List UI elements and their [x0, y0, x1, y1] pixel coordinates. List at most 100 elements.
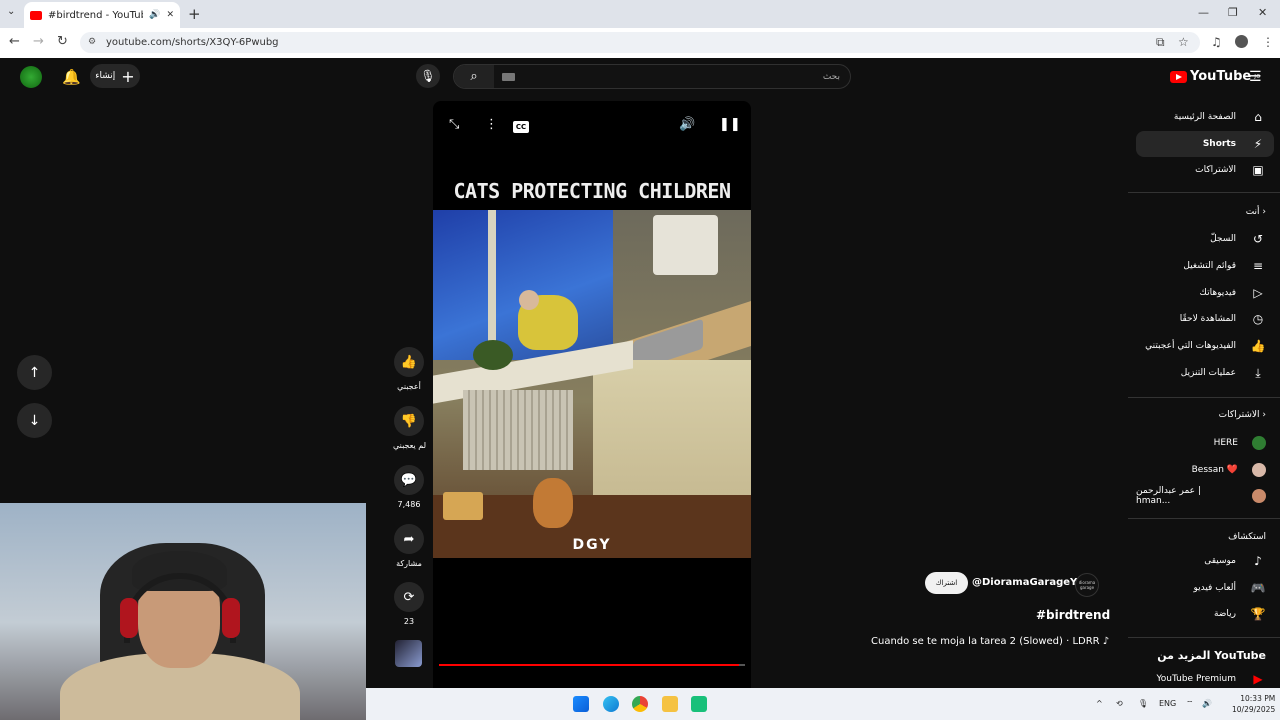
- sidebar-item-music[interactable]: موسيقى ♪: [1136, 548, 1274, 574]
- sidebar-item-subscriptions[interactable]: الاشتراكات ▣: [1136, 157, 1274, 183]
- gaming-icon: 🎮: [1250, 581, 1266, 595]
- sidebar-sub-bessan[interactable]: Bessan ❤️: [1136, 457, 1274, 483]
- channel-name[interactable]: @DioramaGarageYT: [972, 577, 1084, 588]
- previous-short-arrow-up-icon[interactable]: ↑: [17, 355, 52, 390]
- microphone-icon[interactable]: 🎙: [1138, 699, 1148, 708]
- sidebar-item-shorts[interactable]: Shorts ⚡: [1136, 131, 1274, 157]
- tab-close-icon[interactable]: ✕: [166, 10, 174, 20]
- chrome-menu-icon[interactable]: ⋮: [1262, 35, 1274, 49]
- search-button[interactable]: ⌕: [454, 65, 494, 88]
- short-video-player[interactable]: ⤡ ⋮ CC 🔊 ❚❚ CATS PROTECTING CHILDREN DGY: [433, 101, 751, 688]
- file-explorer-icon[interactable]: [662, 696, 678, 712]
- sidebar-item-label: رياضة: [1213, 609, 1236, 619]
- channel-avatar: [1252, 489, 1266, 503]
- you-section-header[interactable]: أنت ›: [1136, 207, 1274, 217]
- fullscreen-icon[interactable]: ⤡: [449, 117, 459, 132]
- tab-audio-icon[interactable]: 🔊: [149, 10, 160, 20]
- sound-thumbnail[interactable]: [395, 640, 422, 667]
- song-label[interactable]: Cuando se te moja la tarea 2 (Slowed) · …: [871, 636, 1109, 647]
- input-language[interactable]: ENG: [1159, 699, 1176, 708]
- webcam-overlay: [0, 503, 366, 720]
- progress-bar[interactable]: [439, 664, 745, 666]
- sidebar-item-liked[interactable]: الفيديوهات التي أعجبتني 👍: [1136, 333, 1274, 359]
- app-icon[interactable]: [691, 696, 707, 712]
- search-placeholder: بحث: [822, 71, 840, 82]
- system-clock[interactable]: 10:33 PM 10/29/2025: [1232, 693, 1275, 715]
- youtube-favicon-icon: [30, 10, 42, 20]
- speaker-icon[interactable]: 🔊: [1202, 699, 1212, 708]
- keyboard-icon[interactable]: [502, 72, 515, 81]
- create-button[interactable]: إنشاء +: [90, 64, 140, 88]
- subscribe-button[interactable]: اشتراك: [925, 572, 968, 594]
- search-box[interactable]: ⌕ بحث: [453, 64, 851, 89]
- remix-count: 23: [403, 617, 415, 626]
- browser-tab[interactable]: #birdtrend - YouTube 🔊 ✕: [24, 2, 180, 28]
- sidebar-item-sports[interactable]: رياضة 🏆: [1136, 601, 1274, 627]
- sidebar-item-your-videos[interactable]: فيديوهاتك ▷: [1136, 280, 1274, 306]
- back-arrow-icon[interactable]: ←: [9, 34, 20, 49]
- captions-button[interactable]: CC: [513, 121, 529, 133]
- sidebar-item-playlists[interactable]: قوائم التشغيل ≡: [1136, 253, 1274, 279]
- tab-search-icon[interactable]: ⌄: [7, 6, 15, 17]
- sidebar-item-gaming[interactable]: ألعاب فيديو 🎮: [1136, 575, 1274, 601]
- remix-icon[interactable]: ⟳: [394, 582, 424, 612]
- thumbs-up-icon[interactable]: 👍: [394, 347, 424, 377]
- subscriptions-section-header[interactable]: الاشتراكات ›: [1136, 410, 1274, 420]
- chrome-browser-icon[interactable]: [632, 696, 648, 712]
- sidebar-sub-here[interactable]: HERE: [1136, 430, 1274, 456]
- tray-overflow-icon[interactable]: ^: [1096, 699, 1103, 708]
- volume-icon[interactable]: 🔊: [679, 117, 695, 132]
- channel-avatar: [1252, 436, 1266, 450]
- install-app-icon[interactable]: ⧉: [1156, 35, 1165, 50]
- like-action[interactable]: 👍 أعجبني: [393, 347, 425, 391]
- sidebar-item-label: عمليات التنزيل: [1180, 368, 1236, 378]
- address-bar[interactable]: youtube.com/shorts/X3QY-6Pwubg: [80, 32, 1200, 53]
- sync-icon[interactable]: ⟲: [1116, 699, 1123, 708]
- your-videos-icon: ▷: [1253, 286, 1263, 300]
- edge-browser-icon[interactable]: [603, 696, 619, 712]
- youtube-play-icon: [1170, 70, 1187, 83]
- start-windows-icon[interactable]: [573, 696, 589, 712]
- url-text: youtube.com/shorts/X3QY-6Pwubg: [106, 37, 279, 48]
- new-tab-button[interactable]: +: [188, 5, 201, 23]
- comment-icon[interactable]: 💬: [394, 465, 424, 495]
- bookmark-star-icon[interactable]: ☆: [1178, 35, 1189, 49]
- reload-icon[interactable]: ↻: [57, 34, 68, 49]
- next-short-arrow-down-icon[interactable]: ↓: [17, 403, 52, 438]
- more-from-youtube-header: المزيد من YouTube: [1157, 649, 1266, 662]
- notifications-bell-icon[interactable]: 🔔: [62, 68, 81, 86]
- divider: [1128, 192, 1280, 193]
- sidebar-item-home[interactable]: الصفحة الرئيسية ⌂: [1136, 104, 1274, 130]
- dislike-label: لم يعجبني: [393, 441, 427, 450]
- sidebar-item-history[interactable]: السجلّ ↺: [1136, 226, 1274, 252]
- restore-button[interactable]: ❐: [1228, 6, 1238, 19]
- site-info-icon[interactable]: ⚙: [88, 37, 96, 47]
- remix-action[interactable]: ⟳ 23: [393, 582, 425, 626]
- sidebar-item-downloads[interactable]: عمليات التنزيل ⤓: [1136, 360, 1274, 386]
- sidebar-sub-omar[interactable]: عمر عبدالرحمن | hman...: [1136, 483, 1274, 509]
- sidebar-item-label: فيديوهاتك: [1199, 288, 1236, 298]
- voice-search-mic-icon[interactable]: 🎙: [416, 64, 440, 88]
- channel-avatar[interactable]: diorama garage: [1075, 573, 1099, 597]
- guide-menu-icon[interactable]: ☰: [1249, 69, 1262, 85]
- media-control-icon[interactable]: ♫: [1211, 35, 1222, 49]
- wifi-icon[interactable]: ⌔: [1186, 699, 1194, 709]
- pause-icon[interactable]: ❚❚: [719, 117, 741, 132]
- window-close-button[interactable]: ✕: [1258, 6, 1267, 19]
- account-avatar[interactable]: [20, 66, 42, 88]
- profile-avatar[interactable]: [1235, 35, 1248, 48]
- comments-action[interactable]: 💬 7,486: [393, 465, 425, 509]
- watch-later-icon: ◷: [1252, 312, 1264, 326]
- share-action[interactable]: ➦ مشاركة: [393, 524, 425, 568]
- forward-arrow-icon[interactable]: →: [33, 34, 44, 49]
- sidebar-item-watch-later[interactable]: المشاهدة لاحقًا ◷: [1136, 306, 1274, 332]
- thumbs-down-icon[interactable]: 👎: [394, 406, 424, 436]
- hashtag-title[interactable]: #birdtrend: [1036, 608, 1110, 622]
- minimize-button[interactable]: —: [1198, 6, 1209, 19]
- home-icon: ⌂: [1254, 110, 1262, 124]
- dislike-action[interactable]: 👎 لم يعجبني: [393, 406, 427, 450]
- youtube-logo[interactable]: YouTube JO: [1170, 69, 1260, 84]
- more-options-icon[interactable]: ⋮: [485, 117, 498, 132]
- share-icon[interactable]: ➦: [394, 524, 424, 554]
- window-frame: [488, 210, 496, 360]
